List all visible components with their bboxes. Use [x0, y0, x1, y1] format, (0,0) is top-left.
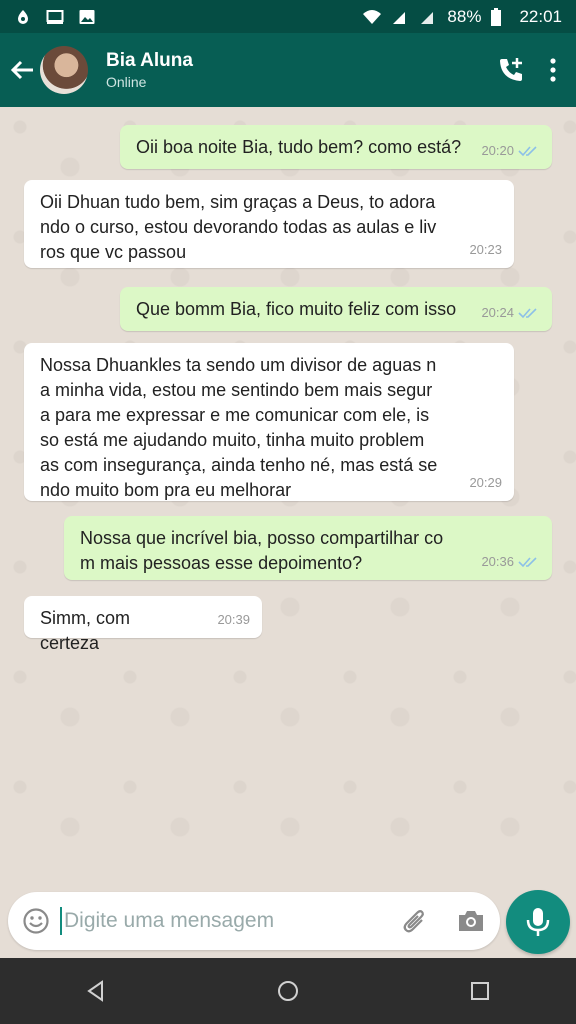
read-ticks-icon: [518, 145, 537, 156]
paperclip-icon[interactable]: [400, 906, 430, 936]
message-composer: [8, 892, 500, 950]
nav-recents-icon[interactable]: [468, 979, 492, 1003]
data-saver-icon: [18, 9, 28, 24]
message-incoming[interactable]: Nossa Dhuankles ta sendo um divisor de a…: [24, 343, 514, 501]
contact-name: Bia Aluna: [106, 50, 193, 71]
message-time: 20:23: [469, 242, 502, 257]
status-bar: 88% 22:01: [0, 0, 576, 33]
back-button[interactable]: [4, 52, 40, 88]
message-input[interactable]: [64, 909, 400, 933]
chat-header: Bia Aluna Online: [0, 33, 576, 107]
contact-status: Online: [106, 74, 147, 90]
message-time: 20:24: [481, 305, 514, 320]
phone-plus-icon[interactable]: [496, 55, 526, 85]
battery-icon: [491, 7, 502, 26]
chat-area[interactable]: Oii boa noite Bia, tudo bem? como está? …: [0, 107, 576, 887]
message-outgoing[interactable]: Que bomm Bia, fico muito feliz com isso …: [120, 287, 552, 331]
battery-level: 88%: [447, 6, 482, 26]
message-outgoing[interactable]: Oii boa noite Bia, tudo bem? como está? …: [120, 125, 552, 169]
contact-info[interactable]: Bia Aluna Online: [106, 50, 193, 90]
avatar[interactable]: [40, 46, 88, 94]
microphone-icon: [526, 908, 550, 936]
screen-cast-icon: [46, 9, 64, 24]
gallery-icon: [79, 9, 95, 24]
read-ticks-icon: [518, 556, 537, 567]
camera-icon[interactable]: [456, 908, 486, 934]
clock: 22:01: [519, 6, 562, 26]
signal-icon: [393, 11, 406, 24]
message-incoming[interactable]: Oii Dhuan tudo bem, sim graças a Deus, t…: [24, 180, 514, 268]
message-time: 20:20: [481, 143, 514, 158]
wifi-icon: [363, 9, 382, 24]
emoji-icon[interactable]: [22, 907, 50, 935]
nav-home-icon[interactable]: [276, 979, 300, 1003]
read-ticks-icon: [518, 307, 537, 318]
signal-2-icon: [421, 11, 434, 24]
message-outgoing[interactable]: Nossa que incrível bia, posso compartilh…: [64, 516, 552, 580]
mic-button[interactable]: [506, 890, 570, 954]
nav-back-icon[interactable]: [84, 979, 108, 1003]
message-time: 20:29: [469, 475, 502, 490]
more-vertical-icon[interactable]: [548, 57, 558, 83]
message-time: 20:36: [481, 554, 514, 569]
text-cursor: [60, 907, 62, 935]
message-incoming[interactable]: Simm, com certeza 20:39: [24, 596, 262, 653]
system-nav-bar: [0, 958, 576, 1024]
arrow-left-icon: [10, 60, 33, 80]
message-time: 20:39: [217, 612, 250, 627]
